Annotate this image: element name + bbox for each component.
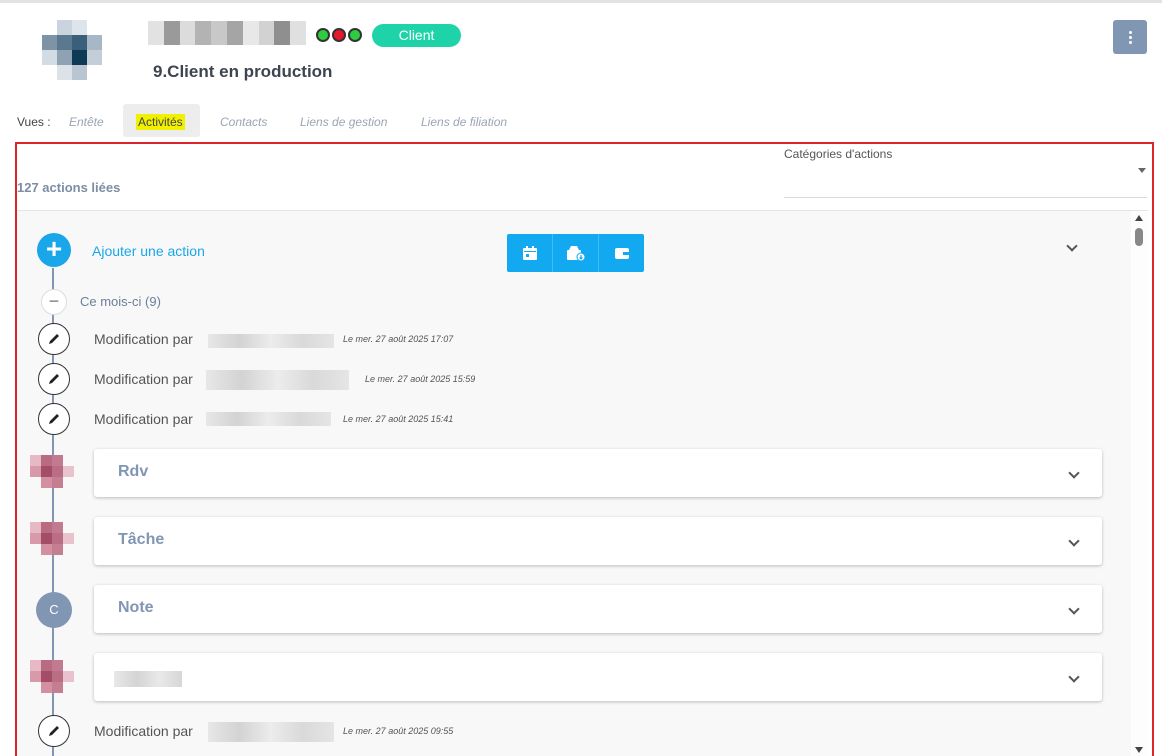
activity-card-rdv[interactable]: Rdv xyxy=(94,449,1102,497)
modification-date: Le mer. 27 août 2025 15:59 xyxy=(365,374,476,384)
company-logo xyxy=(42,20,102,80)
wallet-button[interactable] xyxy=(599,234,644,272)
client-badge: Client xyxy=(372,24,461,47)
company-name-blurred xyxy=(148,21,306,45)
tab-liens-de-gestion[interactable]: Liens de gestion xyxy=(300,115,387,129)
calendar-icon xyxy=(522,246,537,260)
category-filter-select[interactable] xyxy=(784,197,1147,198)
scrollbar-thumb[interactable] xyxy=(1135,228,1143,246)
avatar xyxy=(30,660,74,698)
top-border xyxy=(0,0,1162,3)
pencil-icon xyxy=(38,403,70,435)
collapse-month-icon[interactable]: − xyxy=(41,289,67,315)
card-title: Note xyxy=(118,599,154,616)
user-name-blurred xyxy=(206,412,331,426)
more-options-button[interactable] xyxy=(1113,20,1147,54)
tab-entete[interactable]: Entête xyxy=(69,115,104,129)
tab-activites-label: Activités xyxy=(136,114,185,130)
chevron-down-icon[interactable] xyxy=(1068,535,1080,547)
status-dots xyxy=(316,28,362,42)
modification-label: Modification par xyxy=(94,371,193,387)
add-action-link[interactable]: Ajouter une action xyxy=(92,243,205,259)
modification-date: Le mer. 27 août 2025 15:41 xyxy=(343,414,454,424)
card-title: Rdv xyxy=(118,463,149,480)
modification-label: Modification par xyxy=(94,411,193,427)
wallet-icon xyxy=(614,248,629,259)
pencil-icon xyxy=(38,323,70,355)
activity-card-tache[interactable]: Tâche xyxy=(94,517,1102,565)
user-name-blurred xyxy=(208,722,334,742)
month-group-label[interactable]: Ce mois-ci (9) xyxy=(80,294,161,309)
chevron-down-icon[interactable] xyxy=(1068,603,1080,615)
user-name-blurred xyxy=(208,334,334,348)
add-action-icon[interactable]: + xyxy=(37,233,71,267)
card-title: Tâche xyxy=(118,531,165,548)
modification-label: Modification par xyxy=(94,331,193,347)
calendar-button[interactable] xyxy=(507,234,553,272)
caret-down-icon[interactable] xyxy=(1138,168,1146,173)
card-title-blurred xyxy=(114,671,182,687)
kebab-dot xyxy=(1128,40,1132,44)
status-dot-red xyxy=(332,28,346,42)
chevron-down-icon[interactable] xyxy=(1068,467,1080,479)
scrollbar[interactable] xyxy=(1131,211,1148,756)
pencil-icon xyxy=(38,363,70,395)
actions-count: 127 actions liées xyxy=(17,180,121,195)
client-status-title: 9.Client en production xyxy=(153,62,333,81)
modification-date: Le mer. 27 août 2025 17:07 xyxy=(343,334,454,344)
tab-liens-de-filiation[interactable]: Liens de filiation xyxy=(421,115,507,129)
user-name-blurred xyxy=(206,370,349,390)
chevron-down-icon[interactable] xyxy=(1068,671,1080,683)
inbox-button[interactable] xyxy=(553,234,599,272)
modification-label: Modification par xyxy=(94,723,193,739)
tab-activites[interactable]: Activités xyxy=(123,104,200,137)
status-dot-green xyxy=(348,28,362,42)
kebab-dot xyxy=(1128,35,1132,39)
quick-action-buttons xyxy=(507,234,644,272)
pencil-icon xyxy=(38,715,70,747)
scroll-up-icon[interactable] xyxy=(1135,215,1143,221)
activity-card-blurred[interactable] xyxy=(94,653,1102,701)
tab-contacts[interactable]: Contacts xyxy=(220,115,267,129)
avatar xyxy=(30,455,74,493)
category-filter-label: Catégories d'actions xyxy=(784,147,893,161)
scroll-down-icon[interactable] xyxy=(1135,747,1143,753)
kebab-dot xyxy=(1128,30,1132,34)
views-label: Vues : xyxy=(17,115,51,129)
avatar: C xyxy=(36,592,72,628)
inbox-download-icon xyxy=(566,246,585,261)
activity-card-note[interactable]: Note xyxy=(94,585,1102,633)
modification-date: Le mer. 27 août 2025 09:55 xyxy=(343,726,454,736)
status-dot-green xyxy=(316,28,330,42)
avatar xyxy=(30,522,74,560)
